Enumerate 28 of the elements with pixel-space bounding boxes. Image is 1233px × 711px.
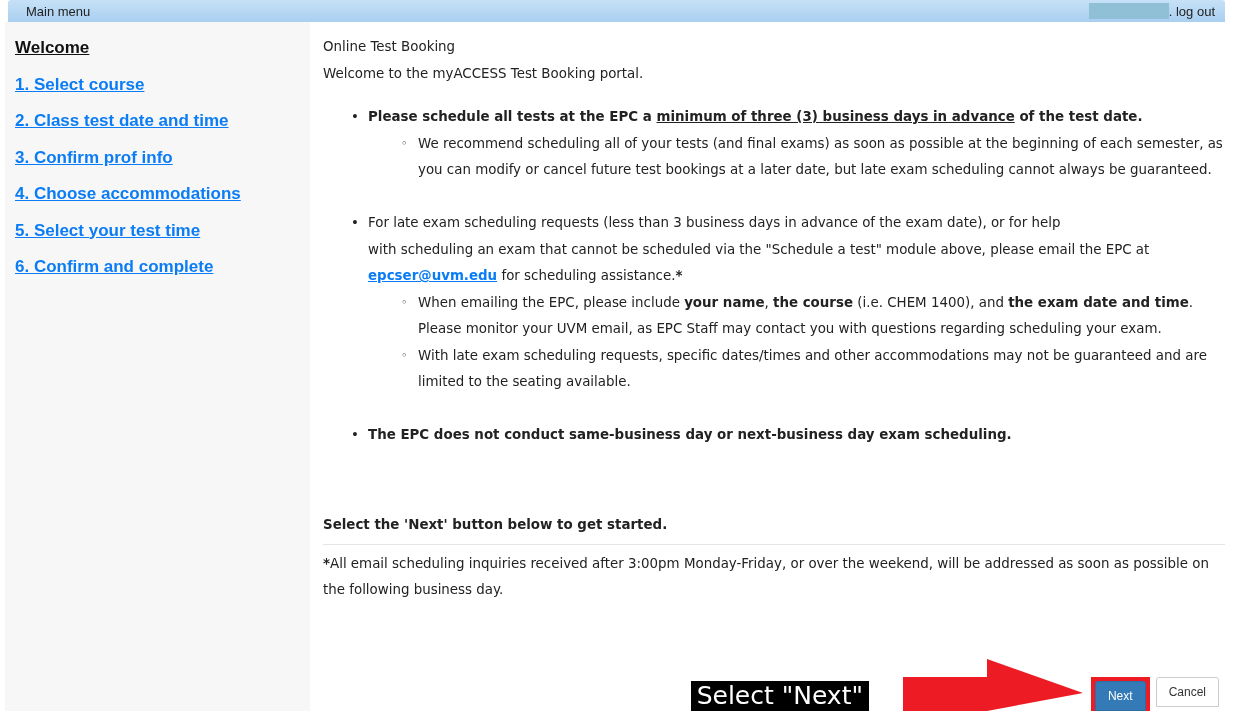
annotation-label: Select "Next" — [690, 681, 869, 711]
bullet-text: The EPC does not conduct same-business day or next-business day exam scheduling. — [368, 426, 1013, 444]
bullet-marker: ◦ — [401, 294, 409, 311]
email-link[interactable]: epcser@uvm.edu — [368, 268, 498, 283]
sidebar-link[interactable]: 4. Choose accommodations — [15, 182, 241, 207]
menu-title: Main menu — [25, 3, 91, 19]
instruction-text: Select the 'Next' button below to get started. — [323, 516, 669, 534]
sidebar-link[interactable]: 2. Class test date and time — [15, 109, 229, 134]
bullet-marker: ◦ — [401, 347, 409, 364]
next-button[interactable]: Next — [1094, 681, 1146, 711]
logout-link[interactable]: . log out — [1168, 3, 1225, 19]
cancel-button[interactable]: Cancel — [1155, 677, 1219, 707]
bullet-text: Please schedule all tests at the EPC a minimum of three (3) business days in advance of the test date. — [368, 108, 1144, 126]
sub-bullet-text: We recommend scheduling all of your tests (and final exams) as soon as possible at the beginning of each semester, as you can modify or cancel future test bookings at a later date, but late exam scheduling cannot always be guaranteed. — [418, 134, 1224, 179]
sidebar-link[interactable]: 5. Select your test time — [15, 218, 201, 243]
bullet-marker: • — [351, 214, 360, 232]
sidebar-link[interactable]: 3. Confirm prof info — [15, 145, 173, 170]
bullet-marker: • — [351, 426, 360, 444]
sidebar-link[interactable]: 1. Select course — [15, 72, 145, 97]
bullet-marker: ◦ — [401, 135, 409, 152]
sub-bullet-text: With late exam scheduling requests, specific dates/times and other accommodations may not be guaranteed and are limited to the seating available. — [418, 346, 1208, 391]
page-heading: Online Test Booking — [323, 38, 457, 56]
sub-bullet-text: When emailing the EPC, please include your name, the course (i.e. CHEM 1400), and the exam date and time. Please monitor your UVM email, as EPC Staff may contact you with questions regarding scheduling your exam. — [418, 293, 1195, 338]
sidebar-link[interactable]: 6. Confirm and complete — [15, 255, 214, 280]
bullet-marker: • — [351, 108, 360, 126]
sidebar-link[interactable]: Welcome — [15, 36, 90, 61]
intro-text: Welcome to the myACCESS Test Booking portal. — [323, 64, 645, 83]
footnote-text: *All email scheduling inquiries received after 3:00pm Monday-Friday, or over the weekend, will be addressed as soon as possible on the following business day. — [323, 554, 1210, 599]
